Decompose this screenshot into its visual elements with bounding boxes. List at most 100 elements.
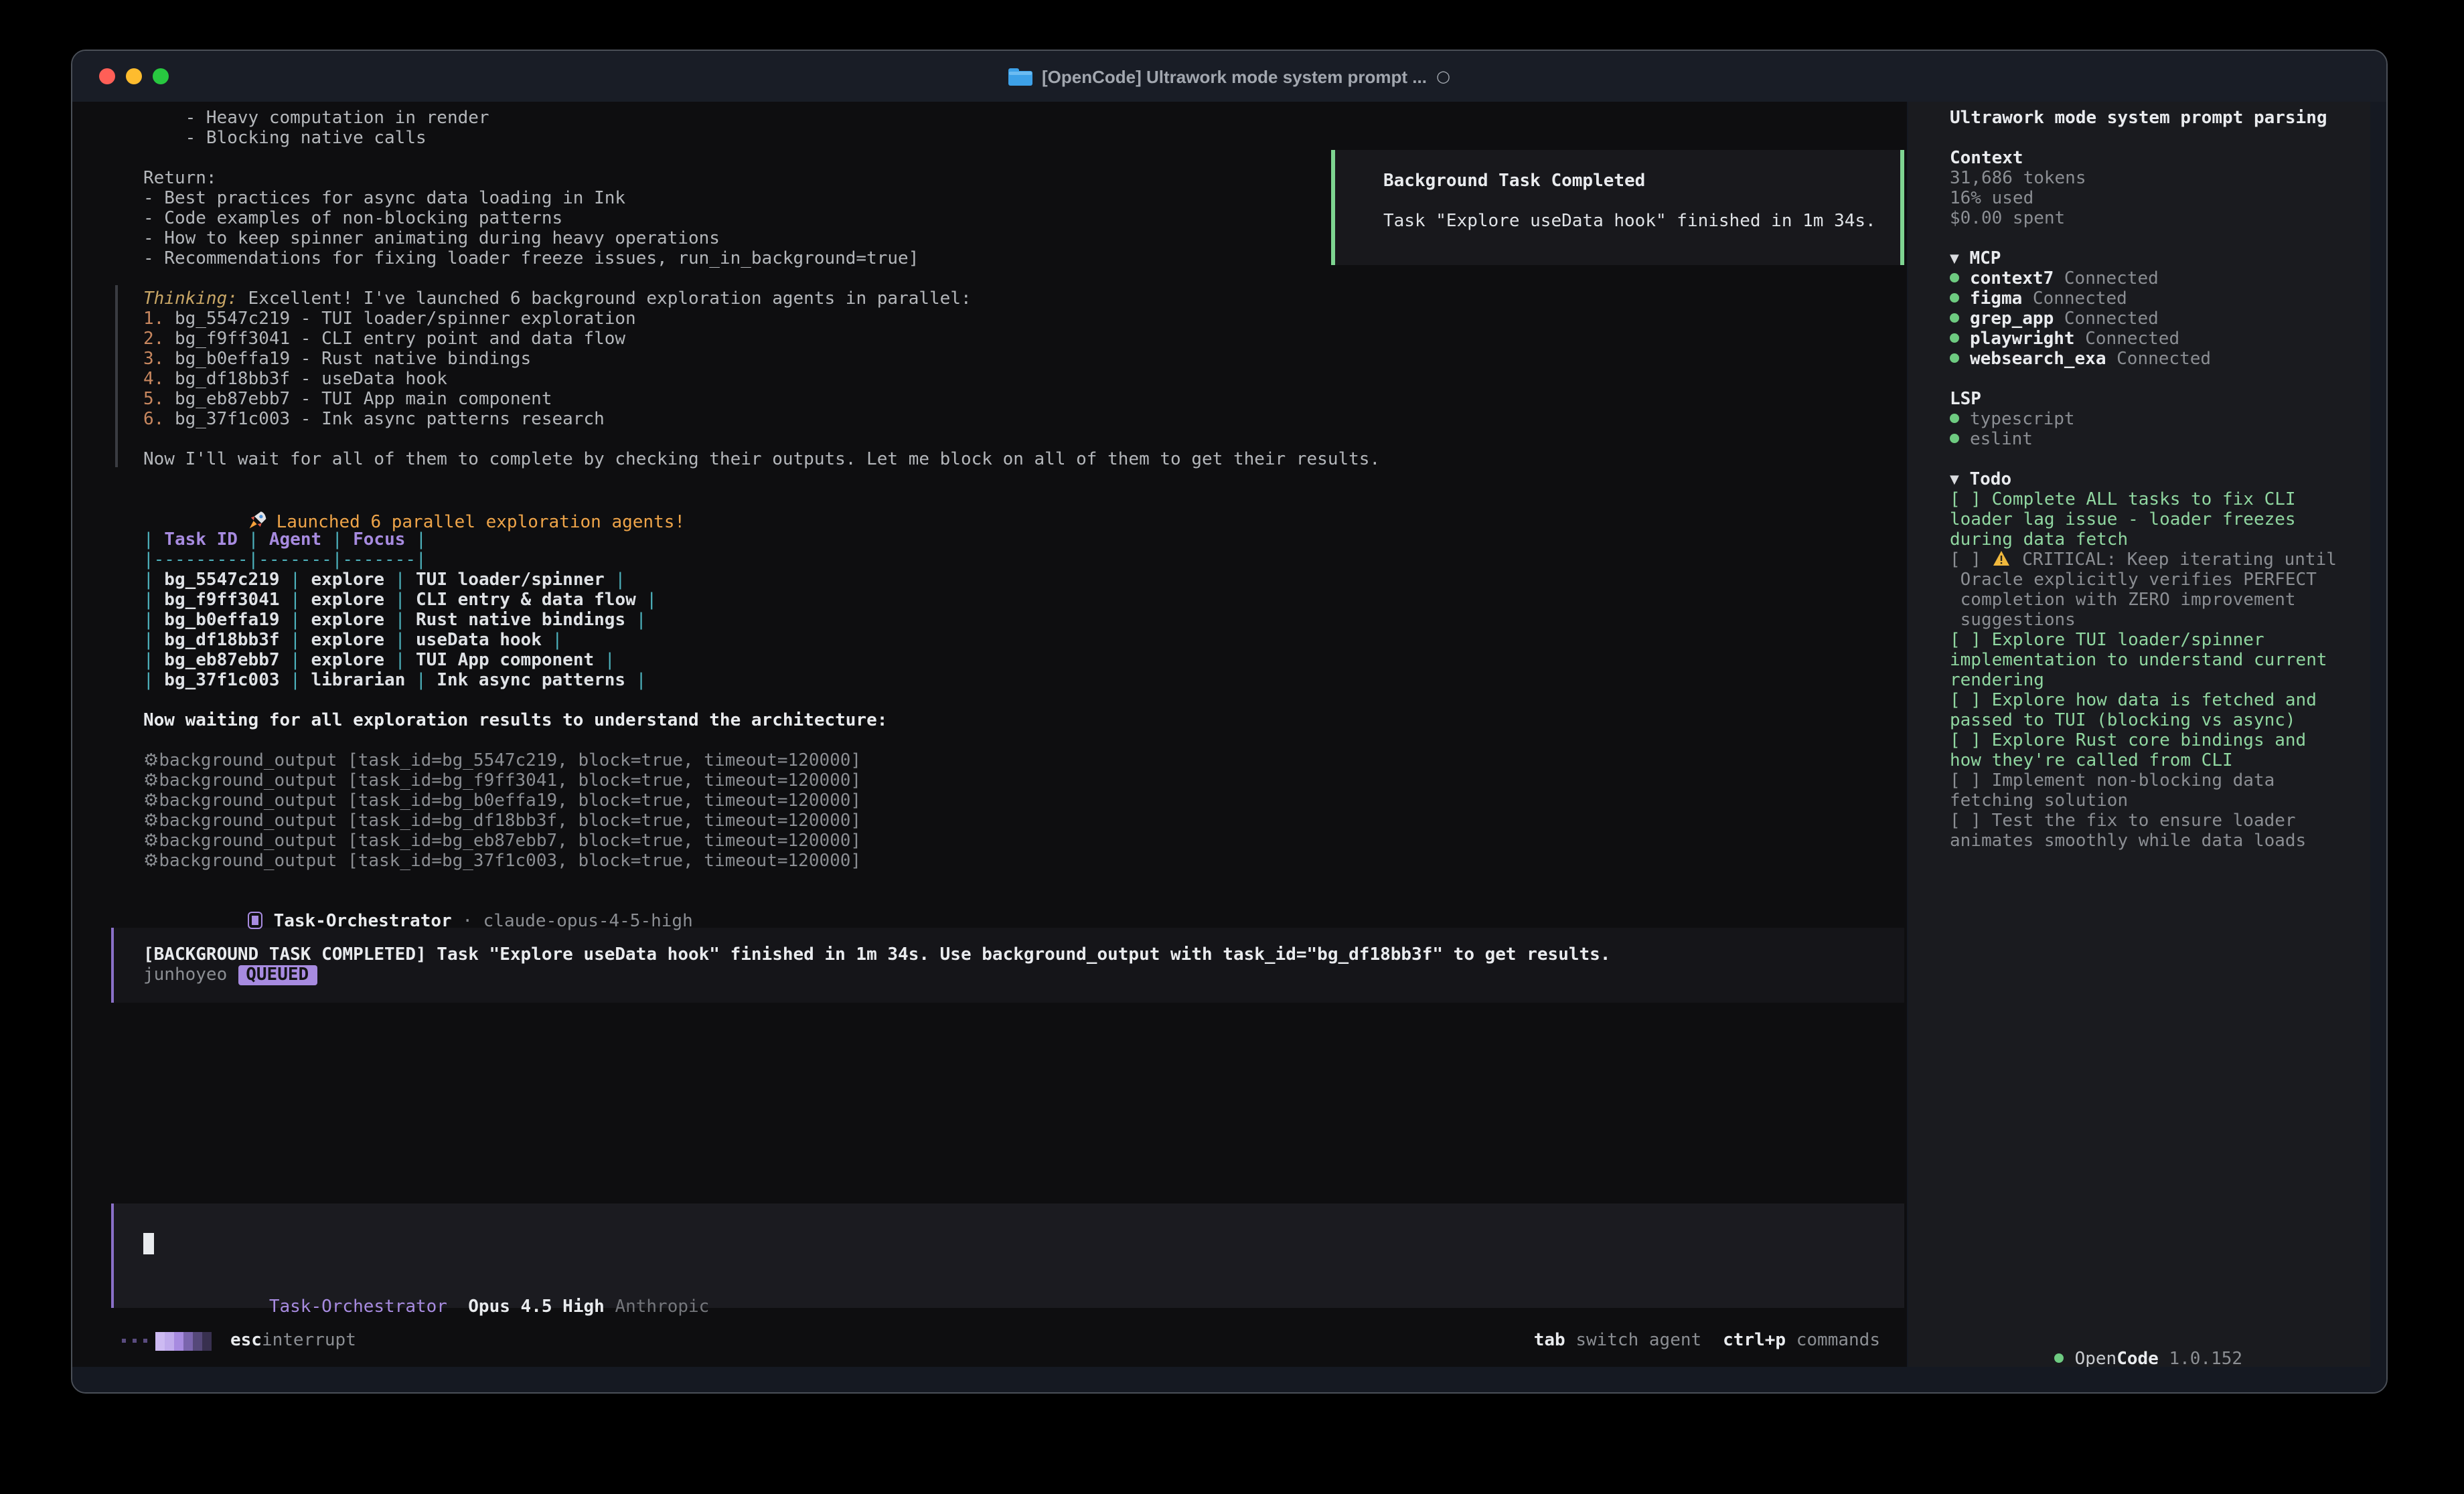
- scrollbar-thumb[interactable]: [115, 285, 118, 467]
- tool-call-line: ⚙background_output [task_id=bg_37f1c003,…: [72, 851, 1907, 872]
- now-waiting-line: Now waiting for all exploration results …: [72, 711, 1907, 731]
- prompt-input-panel[interactable]: Task-Orchestrator Opus 4.5 High Anthropi…: [111, 1204, 1904, 1308]
- thinking-list-item: 1. bg_5547c219 - TUI loader/spinner expl…: [72, 309, 1907, 329]
- lsp-header: LSP: [1908, 390, 2370, 410]
- todo-line: implementation to understand current: [1908, 651, 2370, 671]
- terminal-window: [OpenCode] Ultrawork mode system prompt …: [71, 50, 2388, 1394]
- background-output-calls: ⚙background_output [task_id=bg_5547c219,…: [72, 751, 1907, 872]
- todo-line: how they're called from CLI: [1908, 751, 2370, 771]
- thinking-list-item: 4. bg_df18bb3f - useData hook: [72, 369, 1907, 390]
- gear-icon: ⚙: [143, 791, 159, 811]
- connected-status-icon: [1950, 293, 1959, 303]
- todo-line: loader lag issue - loader freezes: [1908, 510, 2370, 530]
- completed-meta: junhoyeoQUEUED: [143, 965, 1904, 985]
- sidebar: Ultrawork mode system prompt parsing Con…: [1908, 102, 2370, 1367]
- mcp-list: context7 Connectedfigma Connectedgrep_ap…: [1908, 269, 2370, 369]
- table-row: | bg_eb87ebb7 | explore | TUI App compon…: [72, 651, 1907, 671]
- todo-line: fetching solution: [1908, 791, 2370, 811]
- zoom-button[interactable]: [153, 68, 169, 84]
- mcp-item: playwright Connected: [1908, 329, 2370, 349]
- brand-open: Open: [2075, 1349, 2117, 1367]
- active-model[interactable]: Opus 4.5 High: [468, 1297, 605, 1317]
- mcp-item: grep_app Connected: [1908, 309, 2370, 329]
- brand-code: Code: [2116, 1349, 2159, 1367]
- table-row: | bg_f9ff3041 | explore | CLI entry & da…: [72, 590, 1907, 610]
- gear-icon: ⚙: [143, 831, 159, 851]
- connected-status-icon: [1950, 414, 1959, 423]
- status-badge: QUEUED: [238, 965, 317, 985]
- todo-line: passed to TUI (blocking vs async): [1908, 711, 2370, 731]
- lsp-item: typescript: [1908, 410, 2370, 430]
- todo-line: [ ] CRITICAL: Keep iterating until: [1908, 550, 2370, 570]
- wait-text-line: Now I'll wait for all of them to complet…: [72, 450, 1907, 470]
- lsp-item: eslint: [1908, 430, 2370, 450]
- todo-line: [ ] Explore TUI loader/spinner: [1908, 631, 2370, 651]
- terminal-main[interactable]: - Heavy computation in render - Blocking…: [72, 102, 1907, 1367]
- tool-call-line: ⚙background_output [task_id=bg_df18bb3f,…: [72, 811, 1907, 831]
- agent-model: claude-opus-4-5-high: [483, 912, 693, 932]
- table-separator: |---------|-------|-------|: [72, 550, 1907, 570]
- todo-line: [ ] Test the fix to ensure loader: [1908, 811, 2370, 831]
- terminal-line: - Blocking native calls: [72, 129, 1907, 149]
- todo-line: [ ] Explore Rust core bindings and: [1908, 731, 2370, 751]
- terminal-line: - Heavy computation in render: [72, 108, 1907, 129]
- gear-icon: ⚙: [143, 751, 159, 771]
- chevron-down-icon: ▼: [1950, 474, 1959, 487]
- notification-toast[interactable]: Background Task Completed Task "Explore …: [1331, 150, 1904, 265]
- active-agent[interactable]: Task-Orchestrator: [269, 1297, 447, 1317]
- table-row: | Task ID | Agent | Focus |: [72, 530, 1907, 550]
- todo-line: suggestions: [1908, 610, 2370, 631]
- task-table: | Task ID | Agent | Focus ||---------|--…: [72, 530, 1907, 691]
- todo-list: [ ] Complete ALL tasks to fix CLIloader …: [1908, 490, 2370, 851]
- esc-key-label: interrupt: [262, 1331, 356, 1351]
- connected-status-icon: [1950, 353, 1959, 363]
- tab-key-hint: tab: [1534, 1331, 1565, 1351]
- thinking-list-item: 3. bg_b0effa19 - Rust native bindings: [72, 349, 1907, 369]
- online-status-icon: [2055, 1353, 2064, 1363]
- document-dirty-indicator: ○: [1436, 67, 1450, 86]
- folder-icon: [1008, 67, 1032, 86]
- minimize-button[interactable]: [126, 68, 142, 84]
- mcp-item: figma Connected: [1908, 289, 2370, 309]
- warning-icon: [1993, 550, 2011, 566]
- gear-icon: ⚙: [143, 771, 159, 791]
- key-hints: tab switch agentctrl+p commands: [1534, 1331, 1880, 1351]
- mcp-item: context7 Connected: [1908, 269, 2370, 289]
- mcp-header[interactable]: ▼ MCP: [1908, 249, 2370, 269]
- connected-status-icon: [1950, 273, 1959, 282]
- spinner-dots-icon: [122, 1339, 147, 1343]
- window-controls: [99, 51, 169, 102]
- todo-header[interactable]: ▼ Todo: [1908, 470, 2370, 490]
- agent-name: Task-Orchestrator: [274, 912, 452, 932]
- context-used: 16% used: [1908, 189, 2370, 209]
- tab-key-label: switch agent: [1575, 1331, 1701, 1351]
- rocket-icon: [248, 510, 268, 530]
- session-title: Ultrawork mode system prompt parsing: [1908, 108, 2370, 129]
- tool-call-line: ⚙background_output [task_id=bg_f9ff3041,…: [72, 771, 1907, 791]
- chevron-down-icon: ▼: [1950, 253, 1959, 266]
- context-tokens: 31,686 tokens: [1908, 169, 2370, 189]
- thinking-list-item: 5. bg_eb87ebb7 - TUI App main component: [72, 390, 1907, 410]
- launch-line: Launched 6 parallel exploration agents!: [72, 490, 1907, 510]
- table-row: | bg_37f1c003 | librarian | Ink async pa…: [72, 671, 1907, 691]
- todo-line: completion with ZERO improvement: [1908, 590, 2370, 610]
- ctrlp-key-label: commands: [1796, 1331, 1880, 1351]
- titlebar[interactable]: [OpenCode] Ultrawork mode system prompt …: [72, 51, 2386, 102]
- provider-label: Anthropic: [615, 1297, 709, 1317]
- app-version: 1.0.152: [2169, 1349, 2242, 1367]
- notification-body: Task "Explore useData hook" finished in …: [1383, 212, 1900, 232]
- desktop: [OpenCode] Ultrawork mode system prompt …: [0, 0, 2464, 1494]
- thinking-block: Thinking: Excellent! I've launched 6 bac…: [72, 289, 1907, 430]
- table-row: | bg_5547c219 | explore | TUI loader/spi…: [72, 570, 1907, 590]
- thinking-list-item: 6. bg_37f1c003 - Ink async patterns rese…: [72, 410, 1907, 430]
- todo-line: [ ] Implement non-blocking data: [1908, 771, 2370, 791]
- todo-line: animates smoothly while data loads: [1908, 831, 2370, 851]
- close-button[interactable]: [99, 68, 115, 84]
- todo-line: [ ] Explore how data is fetched and: [1908, 691, 2370, 711]
- mcp-item: websearch_exa Connected: [1908, 349, 2370, 369]
- table-row: | bg_df18bb3f | explore | useData hook |: [72, 631, 1907, 651]
- gear-icon: ⚙: [143, 851, 159, 872]
- agent-icon: [248, 912, 263, 929]
- todo-line: during data fetch: [1908, 530, 2370, 550]
- status-bar: esc interrupt tab switch agentctrl+p com…: [72, 1331, 1907, 1351]
